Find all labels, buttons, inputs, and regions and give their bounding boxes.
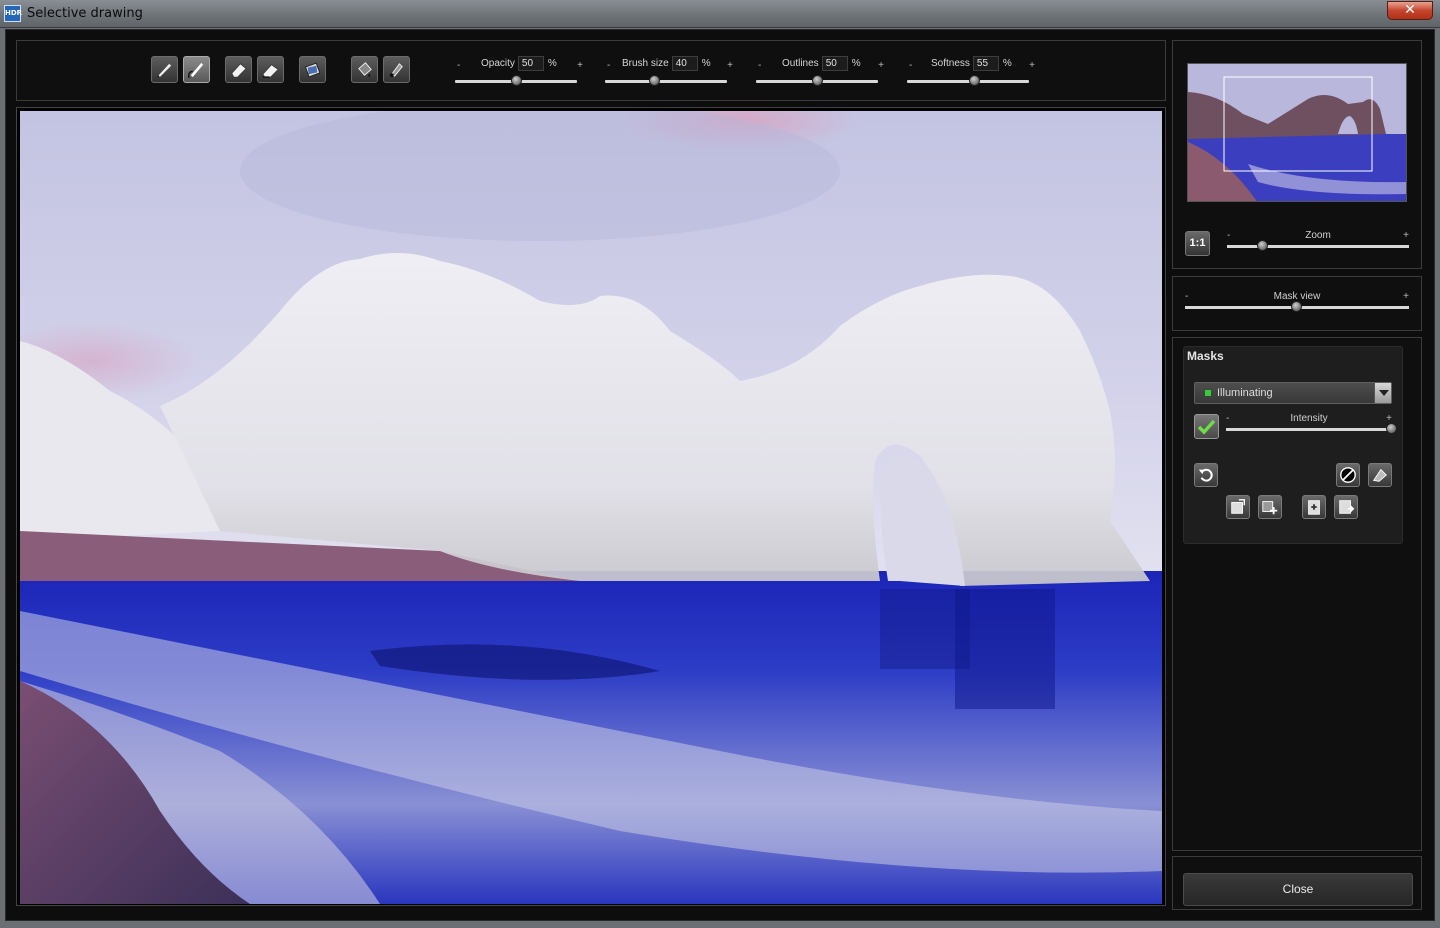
close-button[interactable]: Close (1183, 873, 1413, 906)
fill-bucket-tool-button[interactable] (351, 56, 378, 83)
add-mask-button[interactable] (1258, 495, 1282, 519)
app-logo-icon: HDR (4, 5, 22, 22)
window-title-bar: HDR Selective drawing ✕ (0, 0, 1440, 28)
brush-size-minus[interactable]: - (607, 60, 610, 71)
softness-value-input[interactable]: 55 (972, 56, 999, 71)
softness-thumb[interactable] (969, 75, 981, 86)
new-mask-icon (1231, 499, 1245, 514)
eraser-soft-icon (262, 64, 279, 78)
fill-eraser-icon (304, 62, 321, 78)
opacity-slider-group: - Opacity 50% + (455, 55, 585, 89)
masks-panel: Masks Illuminating - Intensity + (1172, 337, 1422, 851)
intensity-track[interactable] (1226, 428, 1392, 431)
outlines-thumb[interactable] (812, 75, 823, 86)
brush-edge-tool-button[interactable] (183, 56, 210, 83)
save-mask-icon (1339, 500, 1355, 514)
outlines-value-input[interactable]: 50 (821, 56, 848, 71)
intensity-slider[interactable]: - Intensity + (1226, 413, 1397, 437)
undo-icon (1198, 468, 1213, 482)
mask-select-value: Illuminating (1217, 387, 1273, 399)
invert-icon (1340, 467, 1356, 483)
mask-color-indicator (1205, 390, 1211, 396)
drawing-toolbar: - Opacity 50% + - Brush size 40% + - Outlines 50% +… (16, 40, 1166, 101)
thumbnail-photo (1188, 64, 1406, 201)
mask-view-slider[interactable]: - Mask view + (1185, 291, 1409, 315)
eraser-tool-button[interactable] (225, 56, 252, 83)
mask-edit-icon (1372, 468, 1387, 482)
outlines-slider-group: - Outlines 50% + (756, 55, 886, 89)
image-canvas[interactable] (16, 107, 1166, 906)
brush-size-label: Brush size (622, 58, 669, 69)
new-mask-button[interactable] (1226, 495, 1250, 519)
softness-slider-group: - Softness 55% + (907, 55, 1037, 89)
auto-pen-icon (389, 63, 403, 78)
masks-group: Masks Illuminating - Intensity + (1183, 346, 1403, 544)
zoom-thumb[interactable] (1257, 240, 1269, 251)
opacity-label: Opacity (481, 58, 515, 69)
opacity-unit: % (547, 58, 557, 69)
eraser-icon (231, 63, 247, 78)
outlines-plus[interactable]: + (878, 60, 884, 71)
fill-eraser-tool-button[interactable] (299, 56, 326, 83)
add-mask-icon (1262, 501, 1278, 515)
brush-size-slider-group: - Brush size 40% + (605, 55, 735, 89)
check-icon (1197, 419, 1216, 435)
softness-track[interactable] (907, 80, 1029, 83)
mask-view-plus[interactable]: + (1403, 291, 1409, 302)
brush-size-value-input[interactable]: 40 (671, 56, 698, 71)
brush-size-unit: % (701, 58, 711, 69)
brush-edge-icon (188, 62, 204, 79)
load-mask-button[interactable] (1302, 495, 1326, 519)
mask-select-dropdown[interactable]: Illuminating (1194, 382, 1392, 404)
chevron-down-icon[interactable] (1374, 383, 1391, 403)
opacity-thumb[interactable] (511, 75, 522, 86)
opacity-plus[interactable]: + (577, 60, 583, 71)
outlines-label: Outlines (782, 58, 819, 69)
softness-unit: % (1002, 58, 1012, 69)
zoom-1-to-1-button[interactable]: 1:1 (1185, 231, 1210, 256)
save-mask-button[interactable] (1334, 495, 1358, 519)
intensity-thumb[interactable] (1386, 423, 1397, 434)
opacity-minus[interactable]: - (457, 60, 460, 71)
load-mask-icon (1308, 500, 1320, 515)
navigator-thumbnail[interactable] (1187, 63, 1407, 202)
mask-view-thumb[interactable] (1291, 301, 1302, 312)
mask-enable-checkbox[interactable] (1194, 414, 1219, 439)
auto-pen-tool-button[interactable] (383, 56, 410, 83)
footer-panel: Close (1172, 856, 1422, 910)
softness-minus[interactable]: - (909, 60, 912, 71)
zoom-track[interactable] (1227, 245, 1409, 248)
navigator-panel: 1:1 - Zoom + (1172, 40, 1422, 269)
reset-mask-button[interactable] (1194, 463, 1218, 487)
fill-bucket-icon (358, 62, 372, 78)
zoom-slider[interactable]: - Zoom + (1227, 230, 1409, 254)
brush-size-thumb[interactable] (648, 75, 660, 86)
masks-title: Masks (1187, 349, 1224, 363)
outlines-unit: % (851, 58, 861, 69)
brush-size-track[interactable] (605, 80, 727, 83)
outlines-minus[interactable]: - (758, 60, 761, 71)
brush-size-plus[interactable]: + (727, 60, 733, 71)
zoom-label: Zoom (1305, 230, 1331, 241)
softness-plus[interactable]: + (1029, 60, 1035, 71)
invert-mask-button[interactable] (1336, 463, 1360, 487)
softness-label: Softness (931, 58, 970, 69)
mask-view-panel: - Mask view + (1172, 276, 1422, 331)
edit-mask-button[interactable] (1368, 463, 1392, 487)
window-title: Selective drawing (27, 6, 143, 21)
intensity-label: Intensity (1290, 413, 1328, 424)
opacity-value-input[interactable]: 50 (517, 56, 544, 71)
brush-tool-button[interactable] (151, 56, 178, 83)
brush-icon (156, 63, 172, 78)
soft-eraser-tool-button[interactable] (257, 56, 284, 83)
photo-preview (20, 111, 1162, 904)
zoom-plus[interactable]: + (1403, 230, 1409, 241)
window-close-button[interactable]: ✕ (1387, 1, 1433, 20)
